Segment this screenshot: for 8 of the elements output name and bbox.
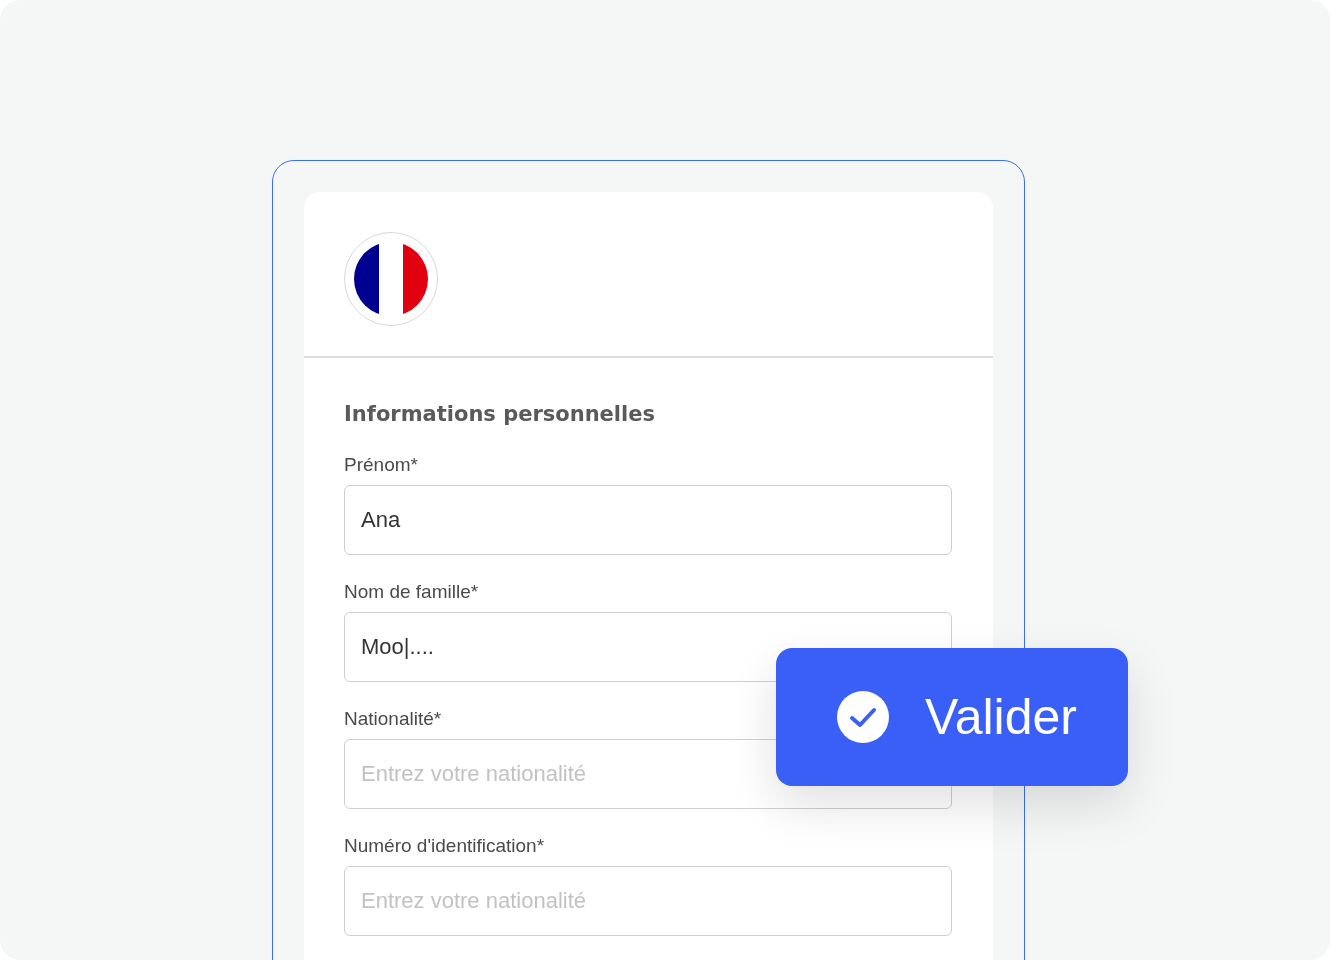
field-label: Nom de famille* [344, 581, 480, 603]
input-field[interactable]: Entrez votre nationalité [344, 866, 952, 936]
check-icon [837, 691, 890, 743]
validate-toast[interactable]: Valider [776, 648, 1128, 786]
field-label: Prénom* [344, 454, 419, 476]
section-title: Informations personnelles [344, 401, 656, 428]
field-label: Numéro d'identification* [344, 835, 546, 857]
input-field[interactable]: Ana [344, 485, 952, 555]
